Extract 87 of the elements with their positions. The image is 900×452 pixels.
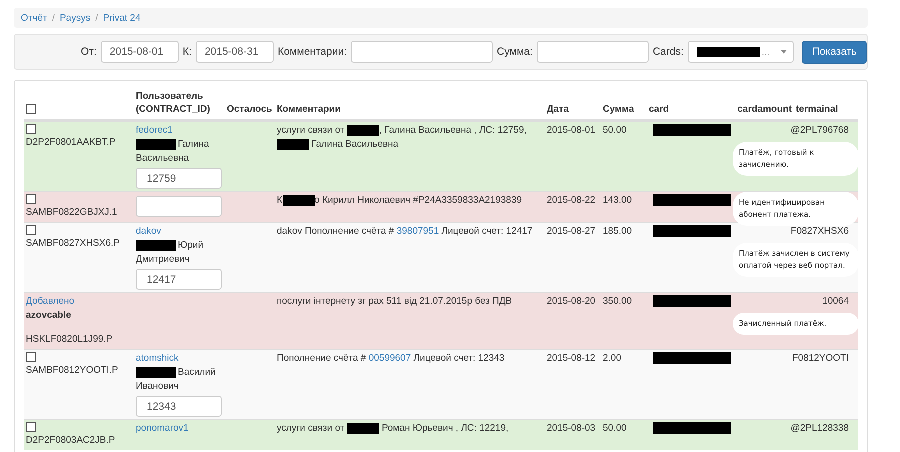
- checkbox[interactable]: [26, 194, 36, 204]
- user-link[interactable]: fedorec1: [136, 124, 223, 138]
- filter-label: К:: [182, 46, 192, 58]
- contract-id: D2P2F0803AC2JB.P: [26, 434, 116, 448]
- terminal-text: F0812YOOTI: [792, 352, 850, 366]
- column-header: termainal: [795, 103, 840, 116]
- contract-id: D2P2F0801AAKBT.P: [26, 136, 117, 150]
- input-field[interactable]: 12417: [136, 269, 222, 290]
- comment-text: услуги связи от Роман Юрьевич , ЛС: 12219,: [277, 422, 510, 436]
- date-text: 2015-08-22: [547, 195, 596, 206]
- column-header: Сумма: [602, 103, 636, 116]
- checkbox[interactable]: [26, 104, 36, 114]
- redaction-bar: [282, 194, 315, 206]
- filter-label: От:: [81, 46, 97, 58]
- user-name: Василий: [178, 367, 216, 378]
- column-header: cardamount: [736, 103, 793, 116]
- input-field[interactable]: [136, 196, 222, 217]
- breadcrumb-separator: /: [96, 12, 98, 24]
- sum-text: 2.00: [603, 353, 622, 364]
- dropdown-value: ...: [762, 46, 771, 58]
- sum-text: 185.00: [603, 226, 632, 237]
- contract-id: SAMBF0812YOOTI.P: [26, 364, 120, 378]
- user-link[interactable]: atomshick: [136, 352, 223, 366]
- contract-id: HSKLF0820L1J99.P: [26, 333, 114, 347]
- user-name: azovcable: [26, 309, 72, 323]
- user-name: Галина: [178, 139, 210, 150]
- checkbox[interactable]: [26, 422, 36, 432]
- sum-text: 50.00: [603, 423, 627, 434]
- input-field[interactable]: 12759: [136, 168, 222, 189]
- account-link[interactable]: 00599607: [368, 353, 412, 364]
- checkbox[interactable]: [26, 352, 36, 362]
- sum-text: 350.00: [603, 296, 632, 307]
- input-field[interactable]: [351, 41, 494, 63]
- breadcrumb-link[interactable]: Paysys: [60, 12, 91, 24]
- column-header: Пользователь (CONTRACT_ID): [135, 90, 212, 116]
- caret-icon: [781, 50, 788, 54]
- comment-text: К о Кирилл Николаевич #P24A3359833A2193839: [277, 194, 524, 208]
- date-text: 2015-08-03: [547, 423, 596, 434]
- redaction-bar: [136, 366, 176, 378]
- terminal-text: @2PL796768: [790, 124, 850, 138]
- column-header: Осталось: [226, 103, 274, 116]
- user-name: Иванович: [136, 381, 179, 392]
- terminal-text: 10064: [822, 295, 850, 309]
- user-name: Васильевна: [136, 153, 190, 164]
- sum-text: 143.00: [603, 195, 632, 206]
- breadcrumb-link[interactable]: Отчёт: [21, 12, 48, 24]
- column-header: Дата: [546, 103, 570, 116]
- terminal-text: @2PL128338: [790, 422, 850, 436]
- filter-label: Комментарии:: [278, 46, 348, 58]
- breadcrumb-link[interactable]: Privat 24: [103, 12, 141, 24]
- redaction-bar: [347, 124, 380, 136]
- comment-text: Пополнение счёта # 00599607 Лицевой счет: 12343: [277, 352, 506, 366]
- user-link[interactable]: ponomarov1: [136, 422, 223, 436]
- date-text: 2015-08-27: [547, 226, 596, 237]
- user-link[interactable]: dakov: [136, 225, 223, 239]
- input-field[interactable]: 2015-08-31: [196, 41, 274, 63]
- checkbox[interactable]: [26, 124, 36, 134]
- input-field[interactable]: 2015-08-01: [100, 41, 179, 63]
- cards-dropdown[interactable]: ...: [688, 41, 794, 63]
- date-text: 2015-08-01: [547, 125, 596, 136]
- comment-text: услуги связи от , Галина Васильевна , ЛС: 12759, Галина Васильевна: [277, 124, 528, 152]
- user-name: Дмитриевич: [136, 254, 190, 265]
- redaction-bar: [136, 138, 176, 150]
- column-header: Комментарии: [276, 103, 342, 116]
- redaction-bar: [277, 138, 309, 150]
- checkbox[interactable]: [26, 225, 36, 236]
- sum-text: 50.00: [603, 125, 627, 136]
- comment-text: dakov Пополнение счёта # 39807951 Лицевой счет: 12417: [277, 225, 534, 239]
- filter-label: Cards:: [652, 46, 684, 58]
- breadcrumb-separator: /: [52, 12, 55, 24]
- contract-id: SAMBF0827XHSX6.P: [26, 237, 121, 251]
- redaction-bar: [696, 47, 760, 57]
- input-field[interactable]: [536, 41, 649, 63]
- column-header: card: [648, 103, 670, 116]
- redaction-bar: [136, 240, 176, 251]
- user-name: Юрий: [178, 240, 204, 251]
- comment-text: послуги інтернету зг рах 511 від 21.07.2015р без ПДВ: [277, 295, 514, 309]
- filter-label: Сумма:: [497, 46, 533, 58]
- added-link[interactable]: Добавлено: [26, 295, 223, 309]
- date-text: 2015-08-20: [547, 296, 596, 307]
- terminal-text: F0827XHSX6: [790, 225, 850, 239]
- input-field[interactable]: 12343: [136, 396, 222, 417]
- contract-id: SAMBF0822GBJXJ.1: [26, 206, 118, 220]
- date-text: 2015-08-12: [547, 353, 596, 364]
- account-link[interactable]: 39807951: [396, 226, 440, 237]
- show-button[interactable]: Показать: [802, 40, 867, 64]
- redaction-bar: [347, 422, 380, 434]
